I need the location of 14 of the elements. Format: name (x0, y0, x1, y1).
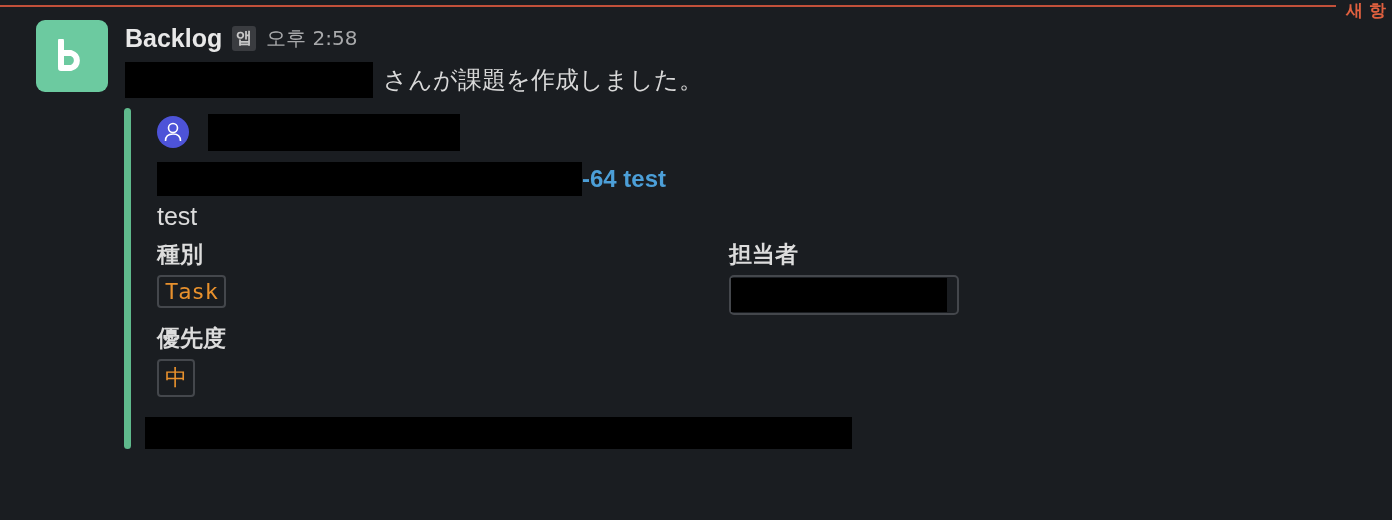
message-time[interactable]: 오후 2:58 (266, 24, 358, 52)
user-avatar-icon (157, 116, 189, 148)
field-label: 担当者 (729, 240, 799, 269)
issue-link[interactable]: -64 test (582, 165, 667, 193)
field-value: Task (157, 275, 226, 308)
issue-description: test (157, 202, 199, 231)
sender-name[interactable]: Backlog (125, 23, 223, 53)
new-messages-label: 새 항 (1345, 0, 1387, 20)
field-label: 種別 (157, 240, 204, 269)
field-label: 優先度 (157, 324, 227, 353)
field-value: 中 (157, 359, 195, 397)
app-avatar[interactable] (36, 20, 108, 92)
message-text: さんが課題を作成しました。 (383, 65, 703, 96)
app-badge: 앱 (232, 25, 257, 51)
